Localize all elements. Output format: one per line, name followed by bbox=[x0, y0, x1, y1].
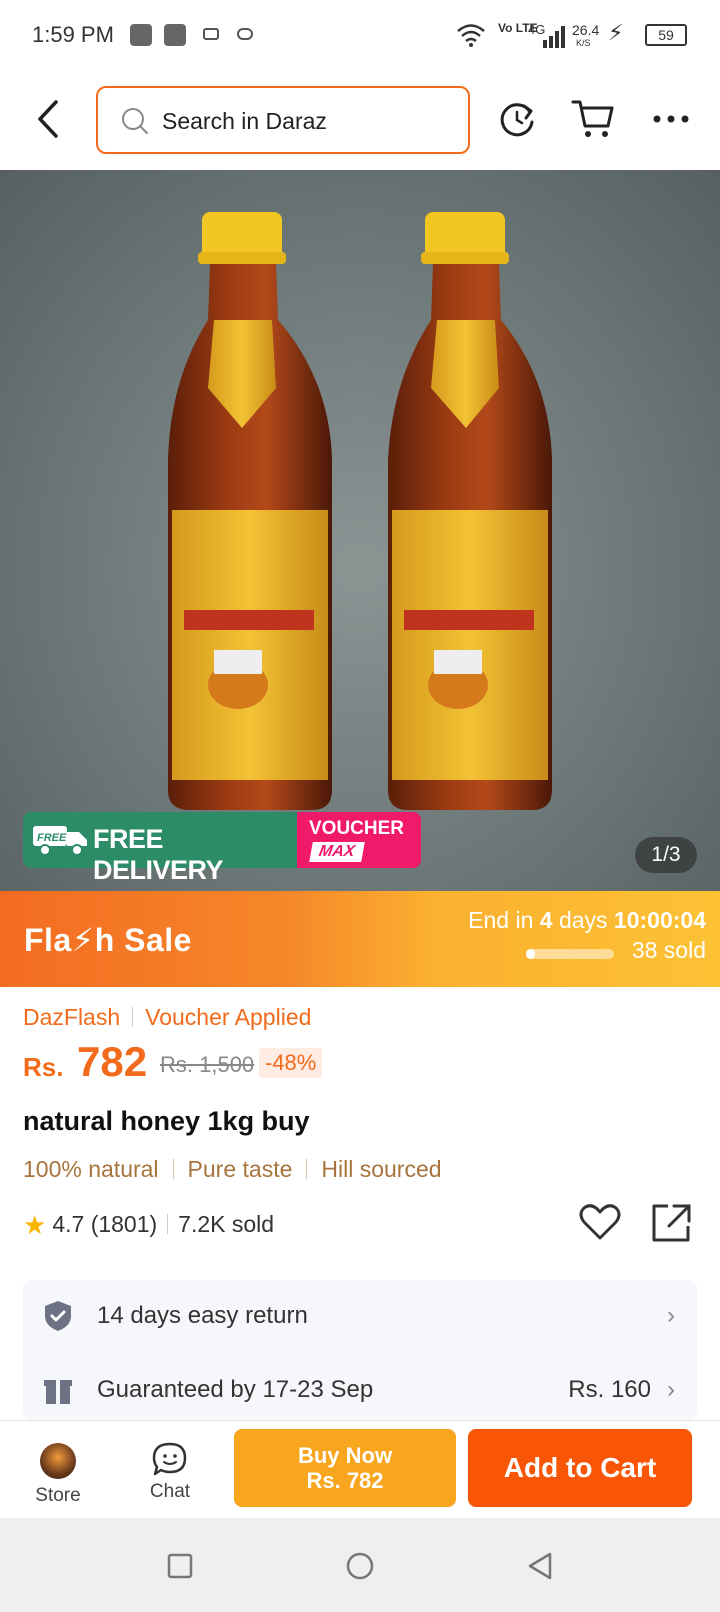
feature-item: Pure taste bbox=[187, 1156, 293, 1182]
voucher-label: VOUCHER bbox=[309, 818, 405, 839]
buy-now-button[interactable]: Buy Now Rs. 782 bbox=[234, 1429, 456, 1507]
network-speed-unit: K/S bbox=[576, 38, 591, 48]
flash-sale-sold: 38 sold bbox=[631, 937, 706, 963]
recent-apps-icon[interactable] bbox=[160, 1546, 200, 1586]
header: Search in Daraz bbox=[0, 72, 720, 170]
product-features: 100% natural Pure taste Hill sourced bbox=[23, 1156, 442, 1183]
system-navigation-bar bbox=[0, 1518, 720, 1612]
voucher-max-label: MAX bbox=[309, 842, 365, 862]
gamepad-icon bbox=[237, 28, 253, 40]
product-photo bbox=[168, 212, 552, 810]
add-to-cart-button[interactable]: Add to Cart bbox=[468, 1429, 692, 1507]
divider bbox=[172, 1159, 174, 1179]
flash-sale-title: Fla⚡h Sale bbox=[24, 922, 192, 958]
delivery-price: Rs. 160 bbox=[568, 1376, 651, 1403]
divider bbox=[306, 1159, 308, 1179]
network-speed: 26.4 bbox=[572, 22, 600, 38]
status-bar: 1:59 PM Vo LTE 4G 26.4 K/S ⚡ 59 bbox=[0, 0, 720, 72]
tag-dazflash: DazFlash bbox=[23, 1004, 121, 1030]
discount-badge: -48% bbox=[259, 1048, 323, 1078]
divider bbox=[167, 1214, 169, 1234]
rating-row[interactable]: ★ 4.7 (1801) 7.2K sold bbox=[23, 1210, 274, 1241]
store-label: Store bbox=[35, 1485, 81, 1506]
service-panel: 14 days easy return › Guaranteed by 17-2… bbox=[23, 1280, 697, 1420]
message-icon bbox=[203, 28, 219, 40]
chevron-left-icon[interactable] bbox=[30, 94, 70, 144]
chevron-right-icon: › bbox=[667, 1376, 675, 1403]
back-nav-icon[interactable] bbox=[520, 1546, 560, 1586]
countdown-time: 10:00:04 bbox=[613, 907, 706, 933]
flash-sale-countdown: End in 4 days 10:00:04 bbox=[468, 907, 706, 934]
refresh-icon[interactable] bbox=[494, 96, 540, 142]
image-pager: 1/3 bbox=[635, 837, 697, 873]
signal-icon bbox=[543, 26, 565, 48]
charging-icon: ⚡ bbox=[608, 20, 624, 45]
sold-count: 7.2K sold bbox=[178, 1211, 275, 1237]
chat-label: Chat bbox=[149, 1481, 191, 1502]
share-icon[interactable] bbox=[652, 1202, 692, 1242]
product-image[interactable] bbox=[0, 170, 720, 892]
buy-now-price: Rs. 782 bbox=[306, 1468, 384, 1493]
tag-voucher-applied: Voucher Applied bbox=[145, 1004, 312, 1030]
free-small-label: FREE bbox=[37, 832, 67, 844]
delivery-text: Guaranteed by 17-23 Sep bbox=[97, 1376, 374, 1403]
heart-icon[interactable] bbox=[578, 1200, 622, 1244]
free-delivery-badge: FREE FREE DELIVERY bbox=[23, 812, 298, 885]
status-time: 1:59 PM bbox=[32, 22, 114, 47]
flash-sale-bar[interactable]: Fla⚡h Sale End in 4 days 10:00:04 38 sol… bbox=[0, 891, 720, 987]
product-title: natural honey 1kg buy bbox=[23, 1106, 310, 1136]
search-input[interactable]: Search in Daraz bbox=[96, 86, 470, 154]
countdown-prefix: End in bbox=[468, 907, 534, 933]
chat-bubble-icon bbox=[152, 1442, 187, 1476]
countdown-days-label: days bbox=[558, 907, 608, 933]
chat-button[interactable]: Chat bbox=[138, 1441, 202, 1507]
voucher-max-badge: VOUCHER MAX bbox=[297, 812, 421, 868]
feature-item: 100% natural bbox=[23, 1156, 159, 1182]
cart-icon[interactable] bbox=[570, 96, 616, 142]
search-placeholder: Search in Daraz bbox=[162, 108, 327, 134]
search-icon bbox=[122, 108, 148, 134]
delivery-row[interactable]: Guaranteed by 17-23 Sep Rs. 160 › bbox=[23, 1354, 697, 1420]
price-value: 782 bbox=[77, 1038, 148, 1085]
free-delivery-label: FREE DELIVERY bbox=[93, 824, 224, 885]
battery-indicator: 59 bbox=[645, 24, 687, 46]
package-icon bbox=[44, 1380, 72, 1404]
return-policy-text: 14 days easy return bbox=[97, 1302, 308, 1329]
rating-value: 4.7 bbox=[52, 1211, 85, 1237]
divider bbox=[132, 1007, 134, 1027]
flash-sale-progress bbox=[526, 949, 614, 959]
countdown-days: 4 bbox=[539, 907, 553, 933]
price-currency: Rs. bbox=[23, 1052, 64, 1082]
store-button[interactable]: Store bbox=[26, 1443, 90, 1509]
store-avatar bbox=[40, 1443, 76, 1479]
star-icon: ★ bbox=[23, 1210, 47, 1240]
home-icon[interactable] bbox=[340, 1546, 380, 1586]
delivery-truck-icon: FREE bbox=[33, 826, 87, 856]
bottom-action-bar: Store Chat Buy Now Rs. 782 Add to Cart bbox=[0, 1420, 720, 1518]
more-dots-icon[interactable] bbox=[648, 96, 694, 142]
promo-tags: DazFlash Voucher Applied bbox=[23, 1004, 311, 1031]
wifi-icon bbox=[457, 24, 485, 47]
shield-check-icon bbox=[45, 1301, 71, 1331]
buy-now-label: Buy Now bbox=[297, 1443, 393, 1468]
feature-item: Hill sourced bbox=[321, 1156, 442, 1182]
original-price: Rs. 1,500 bbox=[160, 1052, 255, 1077]
notification-icon bbox=[130, 24, 152, 46]
notification-icon bbox=[164, 24, 186, 46]
chevron-right-icon: › bbox=[667, 1302, 675, 1329]
flash-sale-progress-fill bbox=[526, 949, 535, 959]
review-count: (1801) bbox=[90, 1211, 158, 1237]
return-policy-row[interactable]: 14 days easy return › bbox=[23, 1280, 697, 1350]
